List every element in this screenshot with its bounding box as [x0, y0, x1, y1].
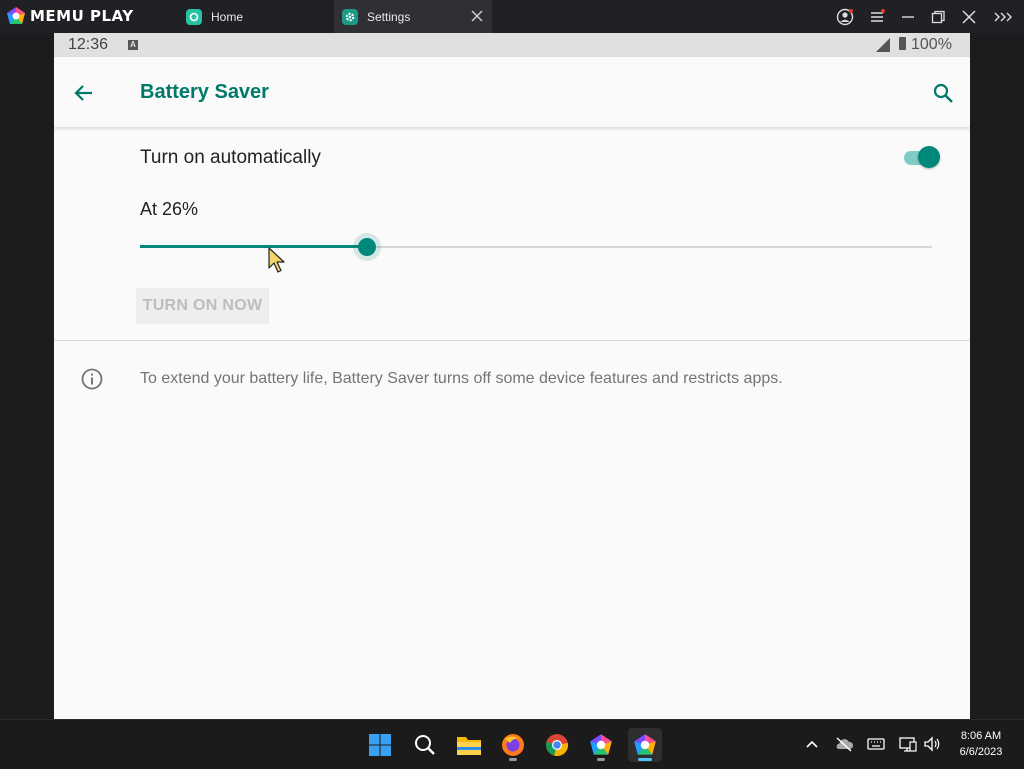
- expand-sidebar-icon[interactable]: [994, 8, 1012, 26]
- display-icon[interactable]: [898, 734, 918, 754]
- chevron-up-icon[interactable]: [802, 734, 822, 754]
- memu-logo-icon: [7, 7, 25, 24]
- slider-thumb[interactable]: [358, 238, 376, 256]
- windows-start-icon[interactable]: [363, 728, 397, 762]
- search-icon[interactable]: [931, 81, 955, 105]
- menu-icon[interactable]: [868, 8, 886, 26]
- memu-multi-icon[interactable]: [628, 728, 662, 762]
- windows-taskbar: 8:06 AM 6/6/2023: [0, 719, 1024, 769]
- keyboard-icon[interactable]: [866, 734, 886, 754]
- minimize-icon[interactable]: [899, 8, 917, 26]
- tab-home-label: Home: [211, 9, 244, 24]
- slider-fill: [140, 245, 367, 248]
- battery-icon: [899, 37, 906, 50]
- tab-settings-label: Settings: [367, 9, 411, 24]
- clock-date: 6/6/2023: [959, 746, 1003, 758]
- tab-home[interactable]: Home: [178, 0, 328, 33]
- battery-percent: 100%: [911, 36, 952, 53]
- app-bar: Battery Saver: [54, 57, 970, 127]
- back-arrow-icon[interactable]: [72, 81, 96, 105]
- search-icon[interactable]: [408, 728, 442, 762]
- restore-icon[interactable]: [929, 8, 947, 26]
- status-time: 12:36: [68, 36, 109, 53]
- tab-settings[interactable]: Settings: [334, 0, 492, 33]
- memu-logo-text: MEMU PLAY: [30, 7, 134, 25]
- mouse-cursor-icon: [268, 247, 285, 273]
- close-icon[interactable]: [960, 8, 978, 26]
- chrome-icon[interactable]: [540, 728, 574, 762]
- memu-logo: MEMU PLAY: [6, 6, 134, 26]
- page-title: Battery Saver: [140, 81, 269, 103]
- battery-level-label: At 26%: [140, 199, 199, 219]
- volume-icon[interactable]: [922, 734, 942, 754]
- info-icon: [81, 368, 103, 390]
- running-indicator: [597, 758, 605, 761]
- account-icon[interactable]: [836, 8, 854, 26]
- turn-on-now-button[interactable]: TURN ON NOW: [136, 288, 269, 324]
- notification-icon: A: [128, 40, 138, 50]
- taskbar-clock[interactable]: 8:06 AM 6/6/2023: [950, 728, 1012, 760]
- tab-close-icon[interactable]: [470, 9, 484, 23]
- onedrive-offline-icon[interactable]: [834, 734, 854, 754]
- divider: [54, 340, 970, 341]
- file-explorer-icon[interactable]: [452, 728, 486, 762]
- clock-time: 8:06 AM: [960, 730, 1002, 742]
- android-screen: 12:36 A 100% Battery Saver Turn on autom…: [54, 33, 970, 719]
- battery-level-slider[interactable]: [140, 233, 932, 261]
- active-indicator: [638, 758, 652, 761]
- settings-gear-icon: [342, 8, 358, 25]
- auto-on-toggle[interactable]: [902, 146, 942, 168]
- running-indicator: [509, 758, 517, 761]
- home-app-icon: [186, 8, 202, 25]
- toggle-thumb: [918, 146, 940, 168]
- auto-on-label: Turn on automatically: [140, 147, 321, 168]
- emulator-titlebar: MEMU PLAY Home Settings: [0, 0, 1024, 33]
- signal-icon: [876, 38, 890, 52]
- memu-icon[interactable]: [584, 728, 618, 762]
- firefox-icon[interactable]: [496, 728, 530, 762]
- info-text: To extend your battery life, Battery Sav…: [140, 370, 783, 387]
- status-bar: 12:36 A 100%: [54, 33, 970, 57]
